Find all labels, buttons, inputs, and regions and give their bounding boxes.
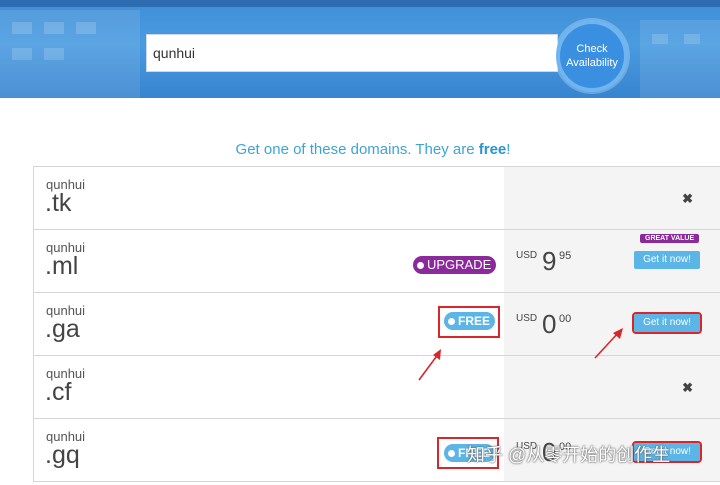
domain-row-cf: qunhui .cf ✖	[33, 356, 720, 419]
upgrade-badge-label: UPGRADE	[427, 257, 492, 272]
upgrade-badge: UPGRADE	[413, 256, 497, 274]
domain-row-tk: qunhui .tk ✖	[33, 167, 720, 230]
price-currency: USD	[516, 313, 538, 324]
background-building	[640, 20, 720, 98]
domain-tld: .gq	[45, 441, 80, 469]
top-bar	[0, 0, 720, 7]
unavailable-x-icon: ✖	[682, 380, 693, 395]
price-cell: ✖	[504, 356, 720, 418]
background-window	[12, 22, 32, 34]
price-cell: ✖	[504, 167, 720, 229]
check-button-label-line2: Availability	[566, 57, 618, 69]
get-it-now-button[interactable]: Get it now!	[634, 251, 700, 269]
domain-search-input[interactable]	[146, 34, 558, 72]
watermark: 知乎 @从零开始的创作生	[467, 445, 671, 465]
background-window	[76, 22, 96, 34]
badge-dot-icon	[448, 449, 455, 457]
price-whole: 0	[542, 309, 557, 339]
background-window	[44, 48, 64, 60]
headline-prefix: Get one of these domains. They are	[235, 141, 479, 158]
badge-dot-icon	[448, 317, 455, 325]
check-button-label-line1: Check	[576, 43, 608, 55]
domain-cell: qunhui .ml UPGRADE	[33, 230, 505, 292]
unavailable-x-icon: ✖	[682, 191, 693, 206]
headline-emphasis: free	[478, 141, 507, 158]
domain-cell: qunhui .gq FREE	[33, 419, 505, 481]
price-cents: 00	[559, 313, 572, 325]
great-value-tag: GREAT VALUE	[640, 234, 700, 243]
domain-row-ml: qunhui .ml UPGRADE USD 9 95 GREAT VALUE …	[33, 230, 720, 293]
annotation-arrow-icon	[594, 328, 623, 359]
hero-banner: Check Availability	[0, 0, 720, 98]
domain-tld: .ga	[45, 315, 80, 343]
free-badge-label: FREE	[458, 314, 491, 328]
price-cents: 95	[559, 250, 572, 262]
domain-tld: .tk	[45, 189, 72, 217]
price-cell: USD 9 95 GREAT VALUE Get it now!	[504, 230, 720, 292]
background-window	[12, 48, 32, 60]
free-badge: FREE	[444, 312, 496, 330]
offer-headline: Get one of these domains. They are free!	[0, 141, 720, 158]
badge-dot-icon	[417, 261, 424, 269]
background-window	[44, 22, 64, 34]
price-whole: 9	[542, 246, 557, 276]
domain-tld: .ml	[45, 252, 79, 280]
background-window	[684, 34, 700, 44]
headline-suffix: !	[506, 141, 511, 158]
annotation-arrow-icon	[418, 349, 441, 381]
get-it-now-button[interactable]: Get it now!	[632, 312, 702, 334]
domain-tld: .cf	[45, 378, 72, 406]
domain-cell: qunhui .tk	[33, 167, 505, 229]
price-currency: USD	[516, 250, 538, 261]
check-availability-button[interactable]: Check Availability	[556, 20, 628, 92]
background-window	[652, 34, 668, 44]
